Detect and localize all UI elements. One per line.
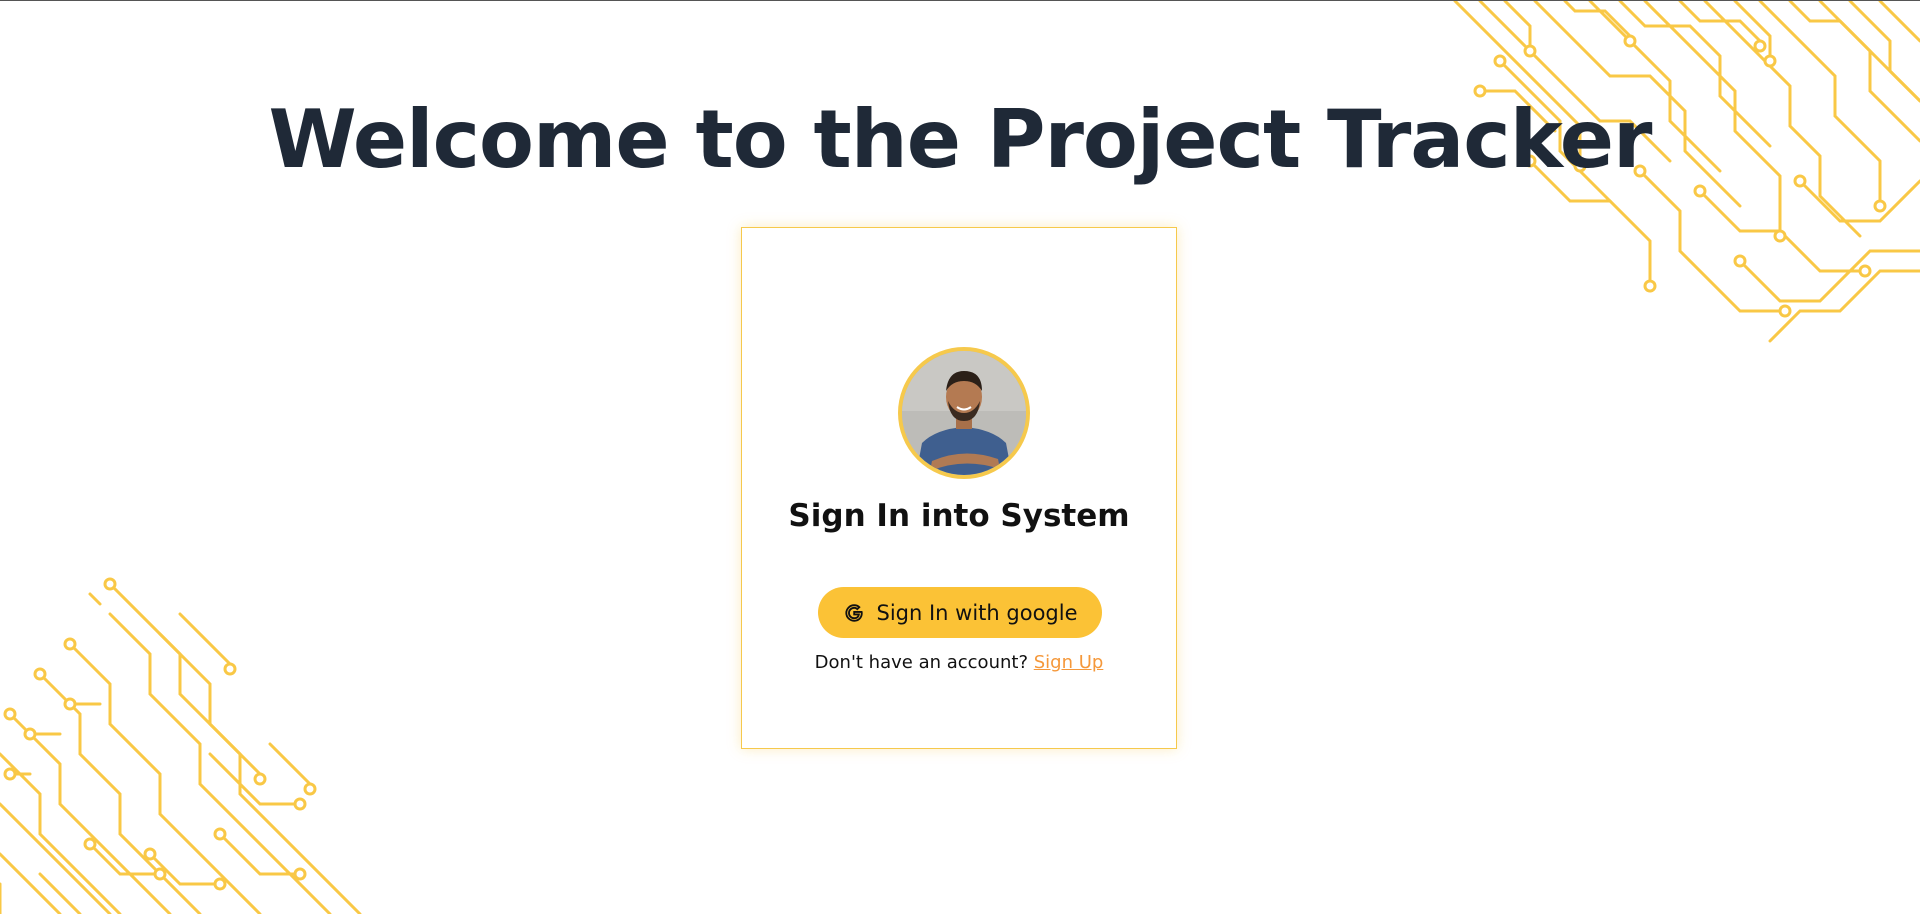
google-button-label: Sign In with google bbox=[876, 600, 1078, 625]
page-title: Welcome to the Project Tracker bbox=[268, 93, 1653, 186]
signup-prompt-text: Don't have an account? bbox=[814, 652, 1028, 673]
sign-in-card: Sign In into System Sign In with google … bbox=[741, 227, 1177, 749]
user-avatar bbox=[898, 347, 1030, 479]
avatar-photo-icon bbox=[902, 351, 1026, 475]
sign-in-heading: Sign In into System bbox=[788, 498, 1130, 534]
google-icon bbox=[844, 603, 863, 622]
signup-link[interactable]: Sign Up bbox=[1034, 652, 1104, 673]
google-sign-in-button[interactable]: Sign In with google bbox=[818, 587, 1102, 638]
circuit-decoration-bottom-left bbox=[0, 577, 362, 914]
signup-prompt-line: Don't have an account? Sign Up bbox=[742, 652, 1176, 673]
